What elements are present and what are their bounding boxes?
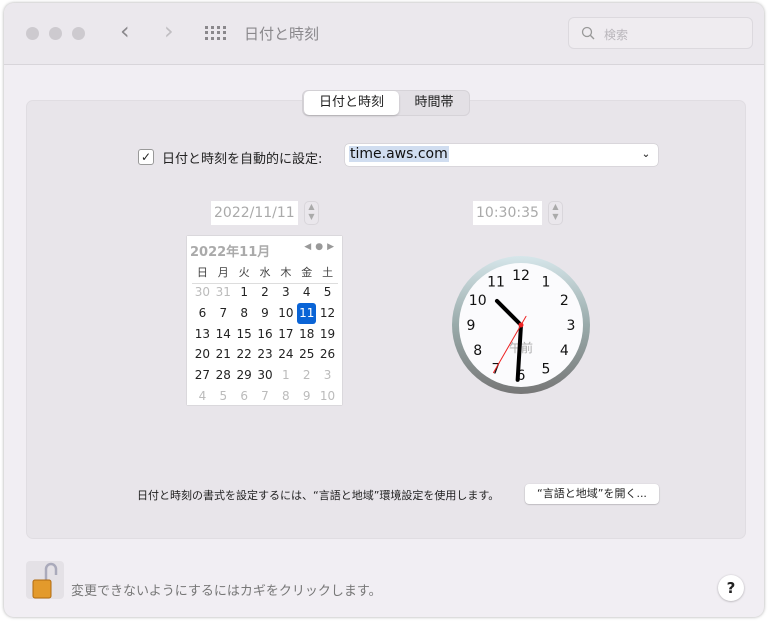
calendar-day[interactable]: 2 <box>255 282 276 303</box>
weekday-label: 土 <box>322 266 334 279</box>
calendar-day[interactable]: 26 <box>317 344 338 365</box>
search-placeholder: 検索 <box>604 28 629 42</box>
tab-bar: 日付と時刻 時間帯 <box>302 90 470 116</box>
unlocked-padlock-icon <box>32 562 58 599</box>
time-server-combobox[interactable]: time.aws.com ⌄ <box>345 144 658 166</box>
calendar-day[interactable]: 30 <box>192 282 213 303</box>
zoom-button[interactable] <box>72 27 85 40</box>
back-icon[interactable]: ‹ <box>120 17 130 45</box>
calendar-day[interactable]: 7 <box>255 386 276 407</box>
calendar-day[interactable]: 4 <box>192 386 213 407</box>
analog-clock: 午前 121234567891011 <box>452 256 590 394</box>
calendar-day[interactable]: 1 <box>275 365 296 386</box>
calendar-day[interactable]: 10 <box>317 386 338 407</box>
clock-numeral: 10 <box>469 293 487 309</box>
calendar-day[interactable]: 5 <box>317 282 338 303</box>
calendar-day[interactable]: 10 <box>275 303 296 324</box>
show-all-grid-icon[interactable] <box>205 26 226 40</box>
calendar-day[interactable]: 3 <box>317 365 338 386</box>
calendar-day[interactable]: 21 <box>213 344 234 365</box>
calendar-day[interactable]: 22 <box>234 344 255 365</box>
weekday-label: 月 <box>217 266 229 279</box>
clock-numeral: 4 <box>560 343 569 359</box>
calendar-day[interactable]: 18 <box>296 324 317 345</box>
weekday-label: 日 <box>196 266 208 279</box>
calendar-day[interactable]: 6 <box>192 303 213 324</box>
calendar-day[interactable]: 31 <box>213 282 234 303</box>
calendar-nav[interactable]: ◀●▶ <box>304 242 338 252</box>
calendar-day[interactable]: 30 <box>255 365 276 386</box>
clock-center <box>518 322 524 328</box>
minimize-button[interactable] <box>49 27 62 40</box>
lock-hint: 変更できないようにするにはカギをクリックします。 <box>71 584 382 599</box>
date-time-preferences-window: ‹ › 日付と時刻 検索 日付と時刻 時間帯 ✓ 日付と時刻を自動的に設定: t… <box>4 3 764 617</box>
calendar-day[interactable]: 16 <box>255 324 276 345</box>
calendar-day[interactable]: 23 <box>255 344 276 365</box>
chevron-down-icon[interactable]: ⌄ <box>637 147 655 163</box>
help-button[interactable]: ? <box>718 575 744 601</box>
calendar-day[interactable]: 2 <box>296 365 317 386</box>
search-input[interactable]: 検索 <box>568 17 753 49</box>
calendar-day[interactable]: 4 <box>296 282 317 303</box>
clock-numeral: 1 <box>542 275 551 291</box>
calendar-day[interactable]: 27 <box>192 365 213 386</box>
calendar-day[interactable]: 29 <box>234 365 255 386</box>
date-field[interactable]: 2022/11/11 <box>211 201 298 225</box>
clock-numeral: 2 <box>560 293 569 309</box>
tab-date-time[interactable]: 日付と時刻 <box>304 91 399 115</box>
clock-numeral: 5 <box>542 361 551 377</box>
clock-numeral: 12 <box>512 268 530 284</box>
calendar-month-header: 2022年11月 <box>190 245 271 260</box>
close-button[interactable] <box>26 27 39 40</box>
calendar-day[interactable]: 20 <box>192 344 213 365</box>
calendar-days: 30 31 1 2 3 4 5 6 7 8 9 10 11 12 13 14 15 16 17 18 19 20 21 22 2… <box>192 282 338 407</box>
calendar-day[interactable]: 24 <box>275 344 296 365</box>
time-server-value: time.aws.com <box>349 146 449 162</box>
calendar-day[interactable]: 9 <box>255 303 276 324</box>
clock-numeral: 8 <box>473 343 482 359</box>
window-title: 日付と時刻 <box>244 25 320 43</box>
calendar-day[interactable]: 3 <box>275 282 296 303</box>
calendar-day[interactable]: 13 <box>192 324 213 345</box>
calendar-day-selected[interactable]: 11 <box>297 302 317 324</box>
calendar-day[interactable]: 25 <box>296 344 317 365</box>
calendar-day[interactable]: 9 <box>296 386 317 407</box>
calendar-day[interactable]: 6 <box>234 386 255 407</box>
auto-set-label: 日付と時刻を自動的に設定: <box>162 152 323 167</box>
time-stepper[interactable]: ▲ ▼ <box>548 201 563 225</box>
auto-set-checkbox[interactable]: ✓ <box>138 149 154 165</box>
calendar-day[interactable]: 28 <box>213 365 234 386</box>
calendar-day[interactable]: 5 <box>213 386 234 407</box>
date-stepper[interactable]: ▲ ▼ <box>304 201 319 225</box>
calendar-day[interactable]: 12 <box>317 303 338 324</box>
forward-icon[interactable]: › <box>164 17 174 45</box>
calendar-day[interactable]: 14 <box>213 324 234 345</box>
format-note: 日付と時刻の書式を設定するには、“言語と地域”環境設定を使用します。 <box>137 489 500 502</box>
weekday-label: 水 <box>259 266 271 279</box>
clock-numeral: 11 <box>487 275 505 291</box>
calendar-day[interactable]: 19 <box>317 324 338 345</box>
calendar-day[interactable]: 15 <box>234 324 255 345</box>
calendar-day[interactable]: 1 <box>234 282 255 303</box>
calendar-weekdays: 日月火水木金土 <box>192 264 338 284</box>
title-bar: ‹ › 日付と時刻 検索 <box>4 3 764 65</box>
calendar: 2022年11月 ◀●▶ 日月火水木金土 30 31 1 2 3 4 5 6 7 8 9 10 11 12… <box>187 236 342 405</box>
calendar-day[interactable]: 8 <box>234 303 255 324</box>
calendar-day[interactable]: 7 <box>213 303 234 324</box>
weekday-label: 金 <box>301 266 313 279</box>
clock-numeral: 3 <box>567 318 576 334</box>
weekday-label: 火 <box>238 266 250 279</box>
open-language-region-button[interactable]: “言語と地域”を開く... <box>525 484 659 504</box>
search-icon <box>581 26 595 40</box>
calendar-day[interactable]: 8 <box>275 386 296 407</box>
clock-numeral: 9 <box>467 318 476 334</box>
tab-time-zone[interactable]: 時間帯 <box>401 91 467 115</box>
calendar-day[interactable]: 17 <box>275 324 296 345</box>
time-field[interactable]: 10:30:35 <box>473 201 542 225</box>
lock-button[interactable] <box>26 561 64 599</box>
weekday-label: 木 <box>280 266 292 279</box>
